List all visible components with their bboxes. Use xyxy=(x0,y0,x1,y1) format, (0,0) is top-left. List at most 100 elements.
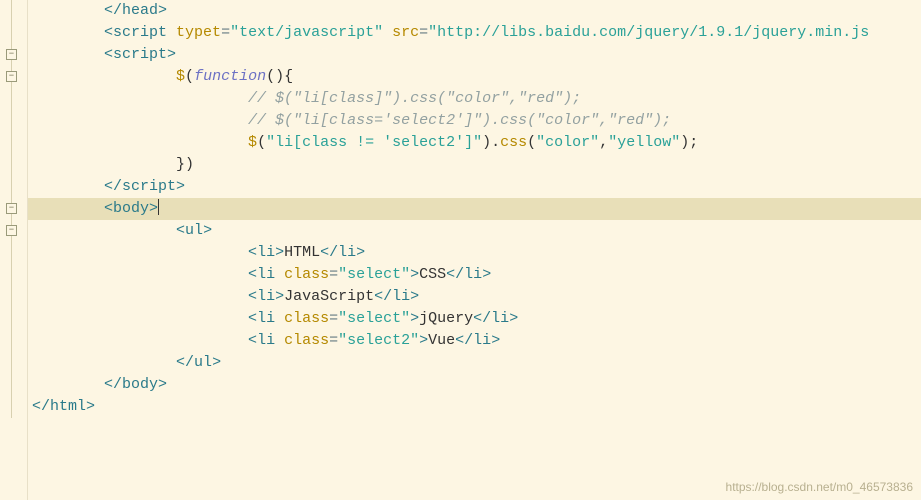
code-line[interactable]: <body> xyxy=(28,198,921,220)
code-token: > xyxy=(419,332,428,349)
code-line[interactable]: </script> xyxy=(28,176,921,198)
code-token: </ xyxy=(374,288,392,305)
code-token: </ xyxy=(320,244,338,261)
code-token: </ xyxy=(32,398,50,415)
code-token: ( xyxy=(527,134,536,151)
code-token: li xyxy=(257,266,284,283)
code-token: ( xyxy=(257,134,266,151)
code-line[interactable]: $("li[class != 'select2']").css("color",… xyxy=(28,132,921,154)
code-line[interactable]: </head> xyxy=(28,0,921,22)
code-token: class xyxy=(284,332,329,349)
code-token: "select" xyxy=(338,310,410,327)
code-token: < xyxy=(248,266,257,283)
code-token: li xyxy=(257,244,275,261)
code-line[interactable]: <li>HTML</li> xyxy=(28,242,921,264)
code-token: HTML xyxy=(284,244,320,261)
code-token: script xyxy=(122,178,176,195)
code-token: li xyxy=(338,244,356,261)
code-token: CSS xyxy=(419,266,446,283)
code-line[interactable]: <ul> xyxy=(28,220,921,242)
code-token: < xyxy=(104,200,113,217)
fold-toggle-icon[interactable] xyxy=(6,225,17,236)
fold-toggle-icon[interactable] xyxy=(6,71,17,82)
code-token: src xyxy=(392,24,419,41)
watermark: https://blog.csdn.net/m0_46573836 xyxy=(726,480,913,494)
code-line[interactable]: // $("li[class='select2']").css("color",… xyxy=(28,110,921,132)
code-token: = xyxy=(221,24,230,41)
code-line[interactable]: $(function(){ xyxy=(28,66,921,88)
code-token: "color" xyxy=(536,134,599,151)
code-token: > xyxy=(158,376,167,393)
code-token: > xyxy=(167,46,176,63)
text-cursor xyxy=(158,199,159,215)
code-line[interactable]: <script typet="text/javascript" src="htt… xyxy=(28,22,921,44)
code-token: (){ xyxy=(266,68,293,85)
code-token: = xyxy=(329,310,338,327)
code-token: < xyxy=(176,222,185,239)
code-token: = xyxy=(329,266,338,283)
code-token: script xyxy=(113,24,176,41)
code-token: li xyxy=(257,288,275,305)
code-token: > xyxy=(275,288,284,305)
code-token: < xyxy=(248,288,257,305)
code-token: $ xyxy=(248,134,257,151)
code-line[interactable]: <li class="select">CSS</li> xyxy=(28,264,921,286)
code-token: </ xyxy=(176,354,194,371)
code-token: > xyxy=(482,266,491,283)
code-area[interactable]: </head> <script typet="text/javascript" … xyxy=(28,0,921,500)
code-token: > xyxy=(176,178,185,195)
code-token: li xyxy=(392,288,410,305)
code-token: > xyxy=(212,354,221,371)
code-token: // $("li[class]").css("color","red"); xyxy=(248,90,581,107)
code-token: ). xyxy=(482,134,500,151)
code-token: < xyxy=(248,332,257,349)
fold-toggle-icon[interactable] xyxy=(6,203,17,214)
code-line[interactable]: <li class="select">jQuery</li> xyxy=(28,308,921,330)
code-token: li xyxy=(257,310,284,327)
code-token: head xyxy=(122,2,158,19)
code-token: > xyxy=(410,310,419,327)
gutter[interactable] xyxy=(0,0,28,500)
code-token: > xyxy=(410,266,419,283)
code-token: ul xyxy=(194,354,212,371)
code-token: }) xyxy=(176,156,194,173)
code-token: html xyxy=(50,398,86,415)
code-line[interactable]: <li>JavaScript</li> xyxy=(28,286,921,308)
code-token: < xyxy=(248,244,257,261)
code-token: JavaScript xyxy=(284,288,374,305)
code-token: > xyxy=(356,244,365,261)
code-token: > xyxy=(203,222,212,239)
code-line[interactable]: <li class="select2">Vue</li> xyxy=(28,330,921,352)
code-line[interactable]: </html> xyxy=(28,396,921,418)
fold-toggle-icon[interactable] xyxy=(6,49,17,60)
code-token: </ xyxy=(455,332,473,349)
code-token: Vue xyxy=(428,332,455,349)
code-token: = xyxy=(329,332,338,349)
code-token: > xyxy=(491,332,500,349)
code-token: "select2" xyxy=(338,332,419,349)
code-line[interactable]: // $("li[class]").css("color","red"); xyxy=(28,88,921,110)
code-line[interactable]: }) xyxy=(28,154,921,176)
code-token: </ xyxy=(446,266,464,283)
code-token: typet xyxy=(176,24,221,41)
code-token: body xyxy=(113,200,149,217)
code-token: "li[class != 'select2']" xyxy=(266,134,482,151)
code-token: > xyxy=(86,398,95,415)
code-line[interactable]: </body> xyxy=(28,374,921,396)
code-token: </ xyxy=(104,178,122,195)
code-token: ( xyxy=(185,68,194,85)
code-token: jQuery xyxy=(419,310,473,327)
code-token: < xyxy=(104,46,113,63)
code-token: > xyxy=(149,200,158,217)
code-token: "http://libs.baidu.com/jquery/1.9.1/jque… xyxy=(428,24,869,41)
code-token: body xyxy=(122,376,158,393)
code-token: ul xyxy=(185,222,203,239)
code-line[interactable]: <script> xyxy=(28,44,921,66)
code-token: ); xyxy=(680,134,698,151)
code-line[interactable]: </ul> xyxy=(28,352,921,374)
code-token: li xyxy=(491,310,509,327)
code-token: class xyxy=(284,310,329,327)
code-token: = xyxy=(419,24,428,41)
code-token: > xyxy=(410,288,419,305)
code-token: class xyxy=(284,266,329,283)
